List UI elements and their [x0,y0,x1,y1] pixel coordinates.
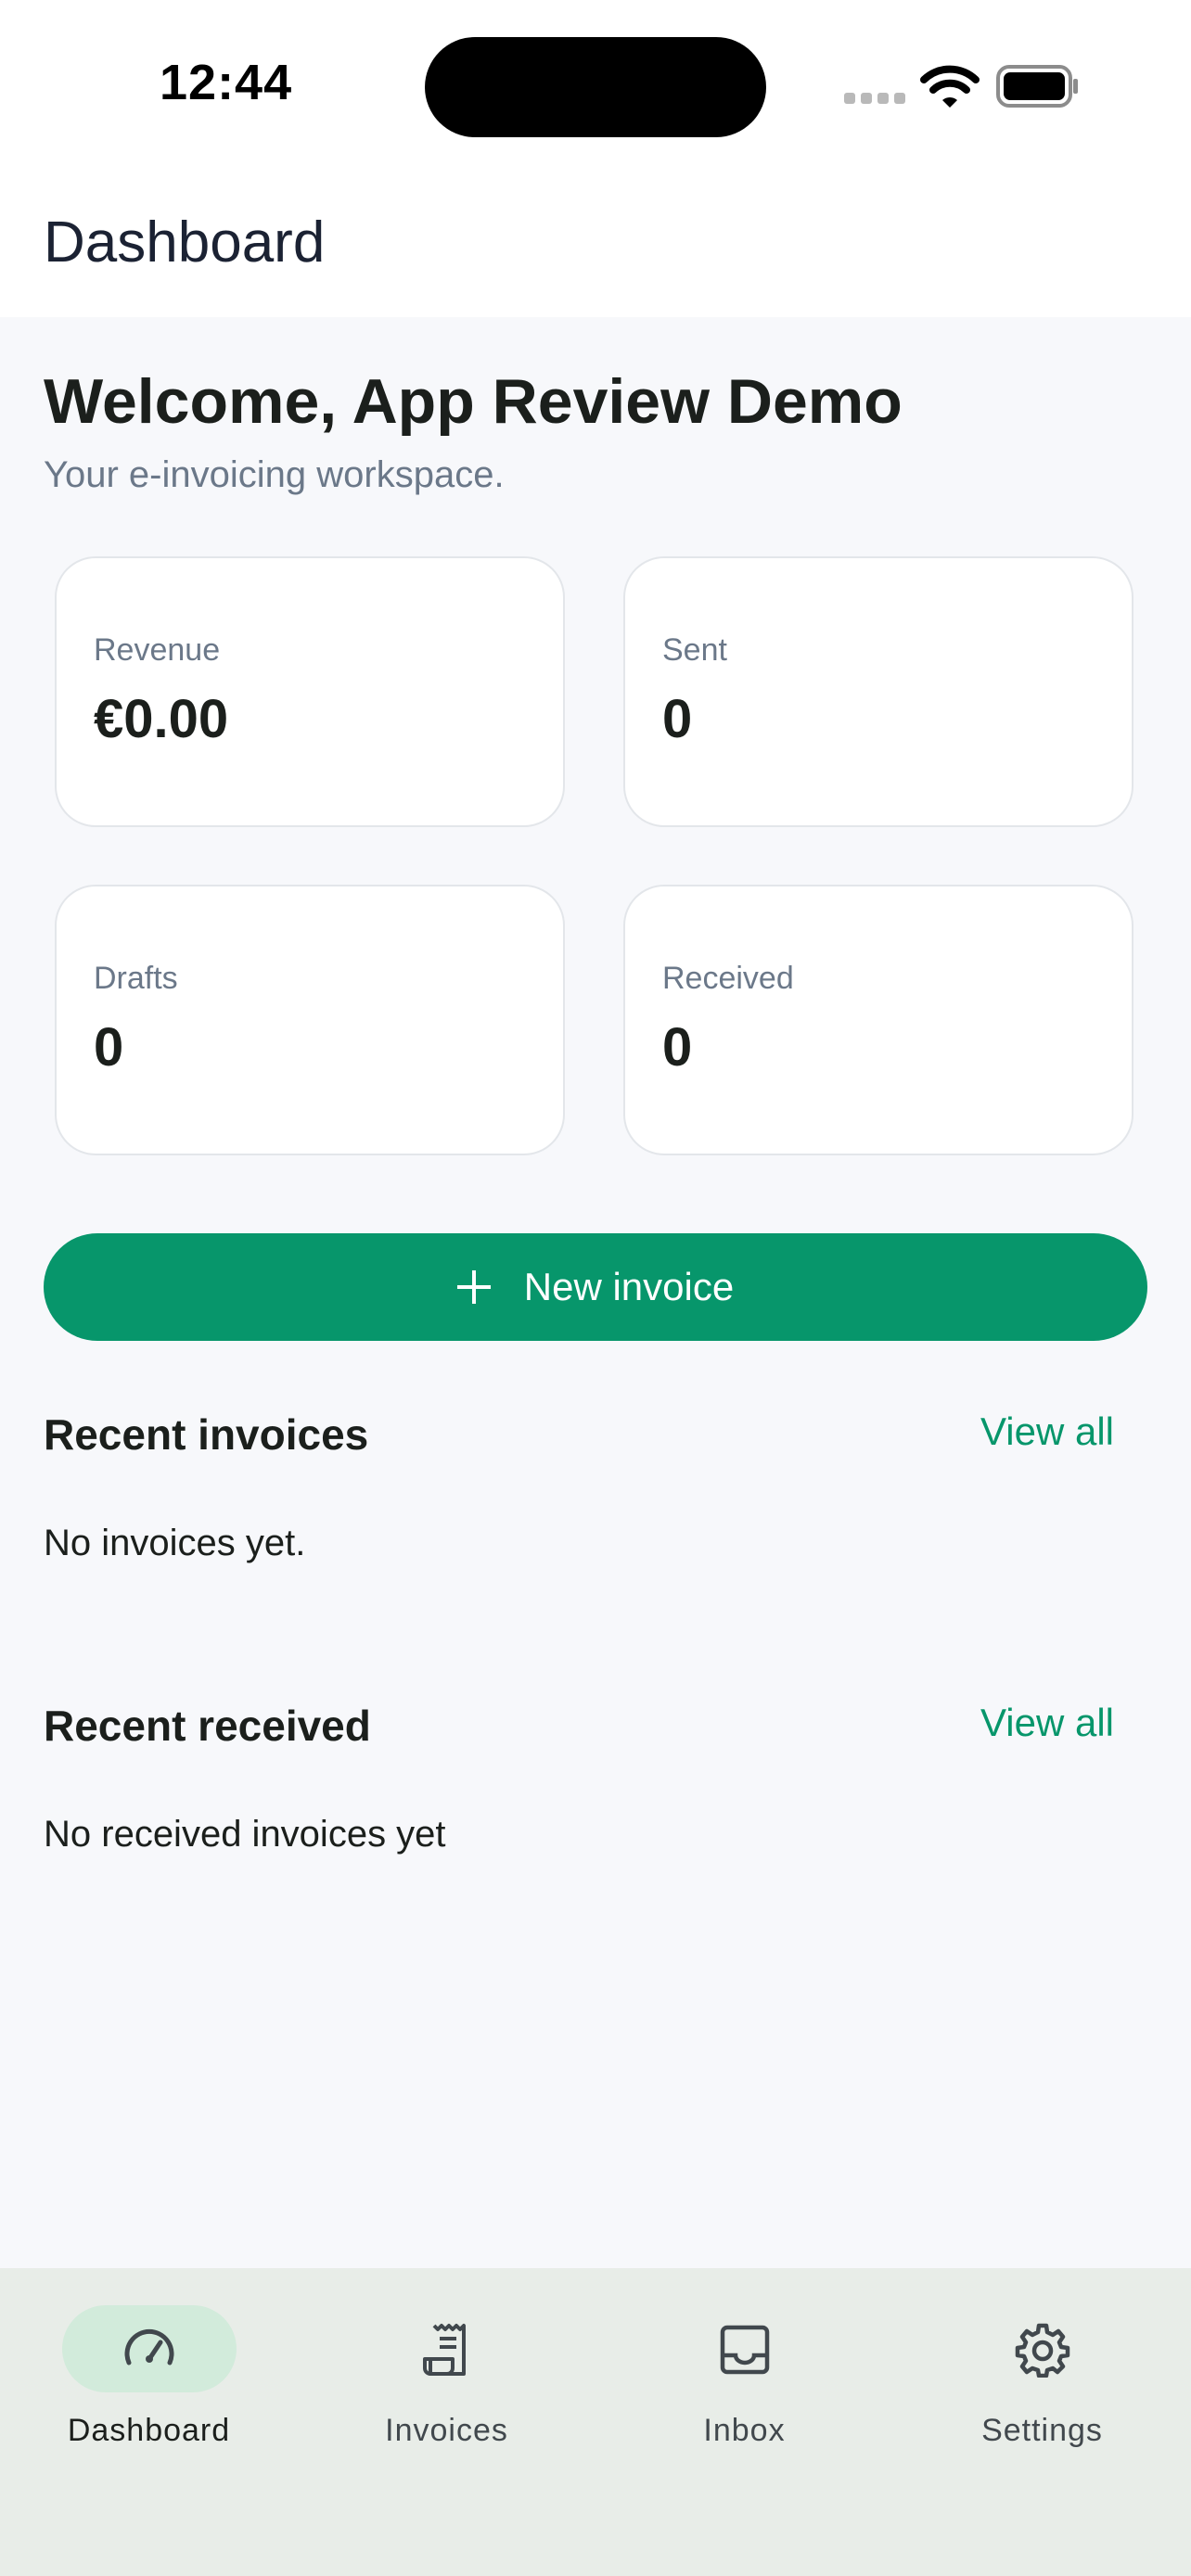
recent-invoices-view-all-link[interactable]: View all [980,1409,1114,1454]
receipt-icon [422,2324,466,2376]
welcome-subtitle: Your e-invoicing workspace. [44,454,505,495]
nav-item-settings[interactable]: Settings [893,2305,1191,2454]
recent-received-view-all-link[interactable]: View all [980,1701,1114,1745]
inbox-icon [720,2325,769,2375]
bottom-navigation-bar: Dashboard Invoices Inbox Settings [0,2268,1191,2576]
nav-item-invoices[interactable]: Invoices [298,2305,596,2454]
dashboard-content: Welcome, App Review Demo Your e-invoicin… [0,317,1191,2268]
status-bar: 12:44 [0,0,1191,176]
battery-icon [996,65,1078,108]
stat-label: Drafts [94,961,178,996]
nav-item-dashboard[interactable]: Dashboard [0,2305,298,2454]
stat-label: Received [662,961,794,996]
nav-label: Inbox [703,2413,786,2448]
nav-label: Invoices [385,2413,508,2448]
stat-label: Revenue [94,632,221,668]
stat-label: Sent [662,632,727,668]
speedometer-icon [124,2328,173,2366]
recent-invoices-title: Recent invoices [44,1410,369,1459]
gear-icon [1015,2323,1069,2378]
stat-card-sent: Sent 0 [623,556,1133,827]
wifi-icon [920,65,980,108]
nav-item-inbox[interactable]: Inbox [596,2305,893,2454]
stat-value: 0 [662,689,693,749]
recent-received-title: Recent received [44,1702,371,1750]
new-invoice-button[interactable]: New invoice [44,1233,1147,1341]
stat-card-revenue: Revenue €0.00 [55,556,565,827]
status-time: 12:44 [160,55,293,110]
stat-value: €0.00 [94,689,229,749]
dynamic-island [425,37,766,137]
recent-received-empty-message: No received invoices yet [44,1814,446,1855]
stat-value: 0 [94,1017,124,1078]
stat-card-drafts: Drafts 0 [55,885,565,1155]
nav-label: Dashboard [67,2413,231,2448]
plus-icon [456,1270,491,1304]
recent-invoices-empty-message: No invoices yet. [44,1523,306,1563]
nav-label: Settings [981,2413,1103,2448]
app-header: Dashboard [0,176,1191,317]
page-title: Dashboard [44,210,326,274]
stat-value: 0 [662,1017,693,1078]
welcome-heading: Welcome, App Review Demo [44,366,903,437]
cellular-signal-icon [844,93,907,106]
stat-card-received: Received 0 [623,885,1133,1155]
new-invoice-label: New invoice [523,1265,735,1308]
